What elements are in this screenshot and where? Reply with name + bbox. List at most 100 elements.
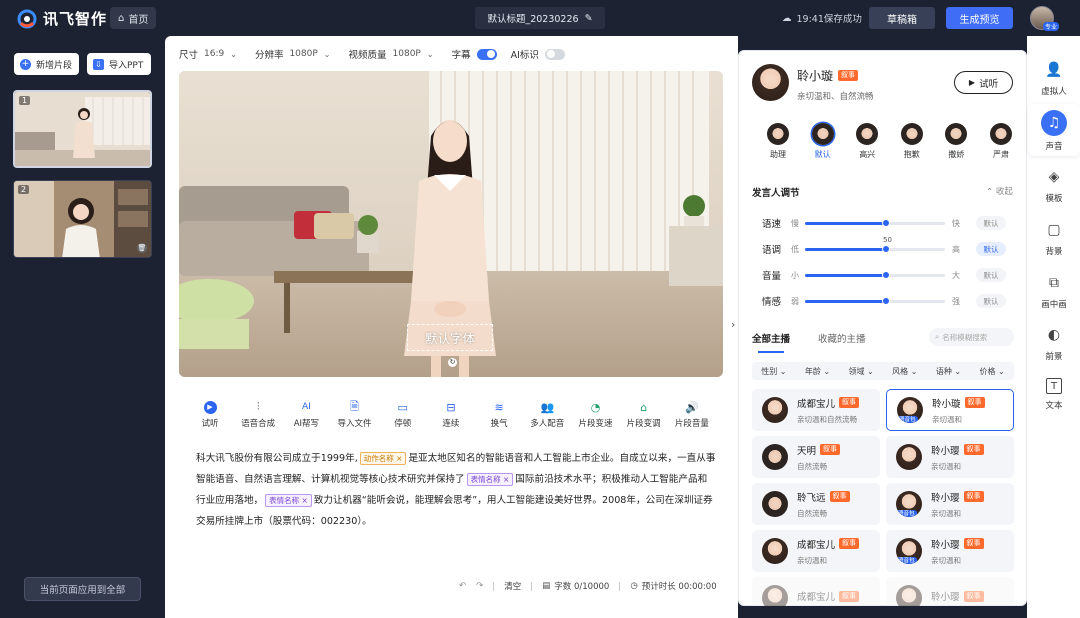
script-editor[interactable]: 科大讯飞股份有限公司成立于1999年, 动作名称 × 是亚太地区知名的智能语音和人工… (196, 448, 716, 532)
nav-virtual-human[interactable]: 👤 虚拟人 (1030, 60, 1078, 97)
slider-default-button[interactable]: 默认 (976, 242, 1006, 256)
slider-default-button[interactable]: 默认 (976, 216, 1006, 230)
import-ppt-button[interactable]: ⇩ 导入PPT (87, 53, 151, 75)
filter-price[interactable]: 价格 ⌄ (979, 366, 1004, 377)
collapse-button[interactable]: ⌃ 收起 (986, 185, 1013, 197)
nav-foreground[interactable]: ◐ 前景 (1030, 325, 1078, 362)
filter-language[interactable]: 语种 ⌄ (936, 366, 961, 377)
emotion-option[interactable]: 严肃 (985, 123, 1017, 160)
emotion-avatar (945, 123, 968, 145)
slider-thumb[interactable] (882, 244, 891, 253)
resolution-select[interactable]: 1080P (289, 49, 317, 59)
subtitle-toggle[interactable] (476, 48, 497, 60)
pause-button[interactable]: ▭ 停顿 (384, 400, 422, 432)
slider-default-button[interactable]: 默认 (976, 268, 1006, 282)
anchor-search-input[interactable]: ⌕ 名称模糊搜索 (929, 328, 1014, 346)
anchor-card[interactable]: 天明 叙事 自然流畅 (752, 436, 880, 478)
clip-pitch-button[interactable]: ⌂ 片段变调 (625, 400, 663, 432)
chevron-down-icon[interactable]: ⌄ (324, 50, 331, 59)
anchor-desc: 自然流畅 (797, 508, 827, 518)
filter-gender[interactable]: 性别 ⌄ (761, 366, 786, 377)
anchor-card[interactable]: 语音包 聆小璎 叙事 亲切温和 (886, 530, 1014, 572)
chevron-right-icon[interactable]: › (731, 318, 743, 338)
emotion-option[interactable]: 高兴 (851, 123, 883, 160)
edit-icon[interactable]: ✎ (585, 13, 593, 24)
speech-synthesis-button[interactable]: ⫶ 语音合成 (239, 400, 277, 432)
nav-text[interactable]: T 文本 (1030, 378, 1078, 411)
emotion-option[interactable]: 助理 (762, 123, 794, 160)
add-clip-button[interactable]: + 新增片段 (14, 53, 79, 75)
delete-clip-icon[interactable]: 🗑 (137, 243, 147, 253)
draft-box-button[interactable]: 草稿箱 (869, 7, 935, 29)
slider-thumb[interactable] (882, 296, 891, 305)
filter-domain[interactable]: 领域 ⌄ (849, 366, 874, 377)
clear-button[interactable]: 清空 (504, 580, 521, 592)
expression-tag[interactable]: 表情名称 × (265, 493, 312, 507)
anchor-card[interactable]: 聆小璎 叙事 (886, 577, 1014, 606)
anchor-name: 成都宝儿 叙事 (797, 589, 860, 603)
slider-track[interactable] (805, 218, 945, 227)
expression-tag[interactable]: 表情名称 × (466, 472, 514, 486)
brand-logo[interactable]: 讯飞智作 (16, 8, 107, 29)
tab-all-anchors[interactable]: 全部主播 (752, 331, 790, 353)
anchor-card[interactable]: 聆飞远 叙事 自然流畅 (752, 483, 880, 525)
slider-track[interactable] (805, 270, 945, 279)
subtitle-label: 字幕 (451, 50, 471, 61)
clip-speed-button[interactable]: ◔ 片段变速 (577, 400, 615, 432)
generate-preview-button[interactable]: 生成预览 (946, 7, 1013, 29)
redo-icon[interactable]: ↷ (476, 581, 483, 591)
filter-style[interactable]: 风格 ⌄ (892, 366, 917, 377)
slider-name: 情感 (762, 297, 782, 308)
preview-listen-button[interactable]: ▶ 试听 (191, 400, 229, 432)
anchor-card[interactable]: 语音包 聆小璇 叙事 亲切温和 (886, 389, 1014, 431)
continuous-button[interactable]: ⊟ 连续 (432, 400, 470, 432)
multi-voice-button[interactable]: 👥 多人配音 (528, 400, 566, 432)
clip-thumbnail-1[interactable]: 1 (13, 90, 152, 168)
ai-mark-toggle[interactable] (544, 48, 565, 60)
nav-background[interactable]: ▢ 背景 (1030, 220, 1078, 257)
import-file-button[interactable]: 🗎 导入文件 (336, 400, 374, 432)
apply-to-all-button[interactable]: 当前页面应用到全部 (24, 577, 141, 601)
chevron-down-icon[interactable]: ⌄ (230, 50, 237, 59)
slider-thumb[interactable] (882, 218, 891, 227)
undo-icon[interactable]: ↶ (459, 581, 466, 591)
slider-low-label: 弱 (791, 296, 799, 306)
emotion-option[interactable]: 撒娇 (940, 123, 972, 160)
rotate-handle-icon[interactable]: ↻ (448, 358, 457, 367)
filter-age[interactable]: 年龄 ⌄ (805, 366, 830, 377)
anchor-card[interactable]: 聆小璎 叙事 亲切温和 (886, 436, 1014, 478)
clip-volume-button[interactable]: 🔊 片段音量 (673, 400, 711, 432)
nav-voice[interactable]: ♫ 声音 (1030, 110, 1078, 152)
emotion-option[interactable]: 抱歉 (896, 123, 928, 160)
anchor-card[interactable]: 成都宝儿 叙事 亲切温和 (752, 530, 880, 572)
tab-favorite-anchors[interactable]: 收藏的主播 (818, 331, 866, 345)
document-title[interactable]: 默认标题_20230226 ✎ (475, 7, 605, 29)
slider-default-button[interactable]: 默认 (976, 294, 1006, 308)
speaker-adjust-title: 发言人调节 (752, 188, 800, 199)
anchor-desc: 亲切温和 (931, 555, 961, 565)
emotion-option-selected[interactable]: 默认 (807, 123, 839, 160)
slider-track[interactable] (805, 296, 945, 305)
anchor-card[interactable]: 成都宝儿 叙事 (752, 577, 880, 606)
home-button[interactable]: ⌂ 首页 (110, 7, 157, 29)
tool-label: 语音合成 (241, 419, 276, 429)
subtitle-text-box[interactable]: 默认字体 (407, 324, 493, 351)
nav-picture-in-picture[interactable]: ⧉ 画中画 (1030, 273, 1078, 310)
home-label: 首页 (128, 14, 149, 26)
chevron-down-icon[interactable]: ⌄ (427, 50, 434, 59)
voice-preview-button[interactable]: ▶ 试听 (954, 71, 1013, 94)
breath-button[interactable]: ≋ 换气 (480, 400, 518, 432)
nav-template[interactable]: ◈ 模板 (1030, 167, 1078, 204)
user-avatar[interactable]: 专业 (1030, 6, 1059, 31)
anchor-card[interactable]: 语音包 聆小璎 叙事 亲切温和 (886, 483, 1014, 525)
clip-thumbnail-2[interactable]: 2 🗑 (13, 180, 152, 258)
quality-select[interactable]: 1080P (393, 49, 421, 59)
slider-thumb[interactable] (882, 270, 891, 279)
ai-write-button[interactable]: AI AI帮写 (287, 400, 325, 432)
size-select[interactable]: 16:9 (204, 49, 224, 59)
brand-name: 讯飞智作 (43, 10, 108, 28)
slider-track[interactable] (805, 244, 945, 253)
action-tag[interactable]: 动作名称 × (359, 451, 407, 465)
anchor-avatar (762, 538, 788, 564)
anchor-card[interactable]: 成都宝儿 叙事 亲切温和自然流畅 (752, 389, 880, 431)
